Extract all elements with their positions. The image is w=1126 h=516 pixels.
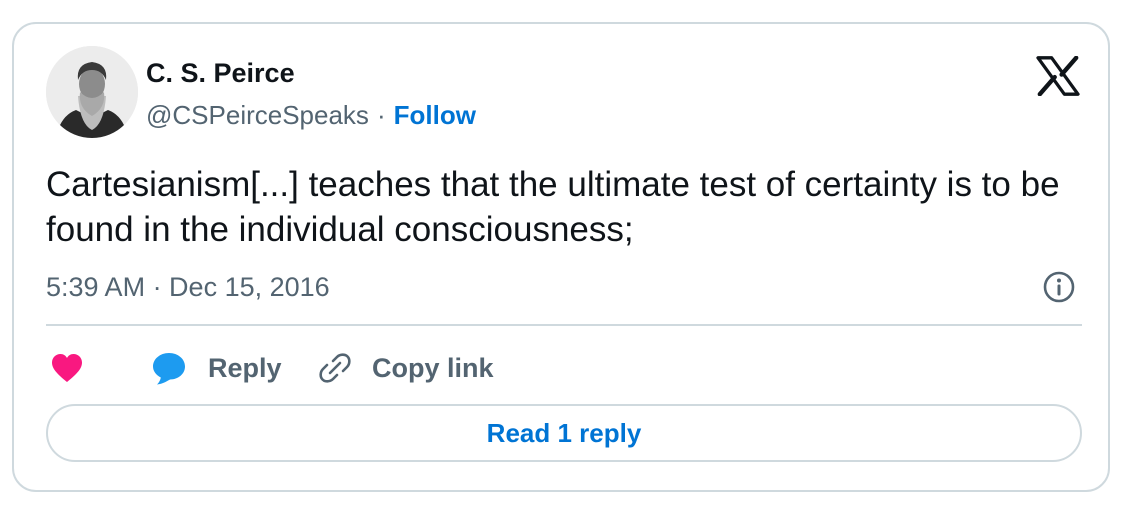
- author-name[interactable]: C. S. Peirce: [146, 58, 295, 89]
- tweet-timestamp[interactable]: 5:39 AM · Dec 15, 2016: [46, 272, 330, 303]
- info-icon[interactable]: [1042, 270, 1076, 304]
- read-replies-button[interactable]: Read 1 reply: [46, 404, 1082, 462]
- x-logo-icon[interactable]: [1036, 56, 1080, 96]
- heart-icon[interactable]: [50, 352, 84, 384]
- author-avatar[interactable]: [46, 46, 138, 138]
- copy-link-button[interactable]: Copy link: [316, 346, 494, 390]
- divider: [46, 324, 1082, 326]
- action-bar: Reply Copy link: [46, 346, 1082, 390]
- handle-row: @CSPeirceSpeaks · Follow: [146, 100, 476, 131]
- portrait-avatar-icon: [46, 46, 138, 138]
- link-icon: [319, 353, 351, 383]
- reply-label: Reply: [208, 352, 282, 383]
- reply-bubble-icon: [153, 353, 185, 385]
- tweet-text: Cartesianism[...] teaches that the ultim…: [46, 165, 1060, 249]
- author-handle[interactable]: @CSPeirceSpeaks: [146, 100, 369, 130]
- follow-button[interactable]: Follow: [394, 100, 476, 130]
- tweet-card: C. S. Peirce @CSPeirceSpeaks · Follow Cart…: [12, 22, 1110, 492]
- copy-link-label: Copy link: [372, 352, 494, 383]
- reply-button[interactable]: Reply: [150, 346, 282, 390]
- separator-dot: ·: [376, 100, 386, 130]
